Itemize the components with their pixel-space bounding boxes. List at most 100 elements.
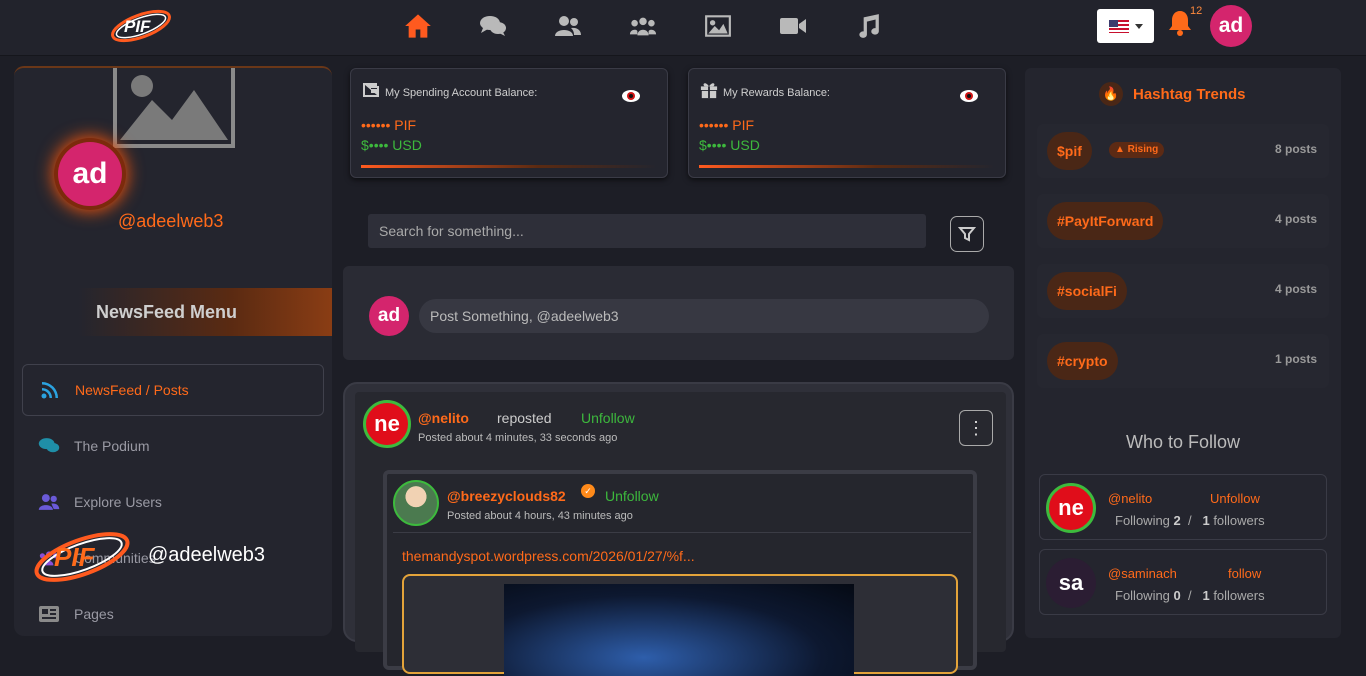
follow-suggestion: ne @nelito Unfollow Following 2 / 1 foll… bbox=[1039, 474, 1327, 540]
follow-button[interactable]: follow bbox=[1228, 566, 1261, 581]
unfollow-button[interactable]: Unfollow bbox=[581, 410, 635, 426]
hashtag[interactable]: #PayItForward bbox=[1047, 202, 1164, 240]
trend-item[interactable]: $pif ▲ Rising 8 posts bbox=[1037, 124, 1329, 178]
trend-item[interactable]: #crypto 1 posts bbox=[1037, 334, 1329, 388]
post-count: 4 posts bbox=[1274, 282, 1317, 296]
music-icon bbox=[858, 14, 879, 38]
balance-pif: •••••• PIF bbox=[699, 117, 755, 133]
suggestion-stats: Following 2 / 1 followers bbox=[1115, 513, 1265, 528]
followers-label: followers bbox=[1213, 513, 1265, 528]
video-icon bbox=[779, 18, 806, 34]
menu-item-podium[interactable]: The Podium bbox=[22, 420, 324, 472]
link-preview-image bbox=[504, 584, 854, 676]
menu-item-explore-users[interactable]: Explore Users bbox=[22, 476, 324, 528]
balance-pif: •••••• PIF bbox=[361, 117, 417, 133]
watermark-handle: @adeelweb3 bbox=[148, 544, 266, 566]
balance-divider bbox=[361, 165, 657, 168]
profile-handle[interactable]: @adeelweb3 bbox=[118, 211, 223, 232]
menu-item-label: Pages bbox=[74, 606, 114, 622]
menu-item-label: The Podium bbox=[74, 438, 150, 454]
following-count: 0 bbox=[1173, 588, 1181, 603]
suggestion-handle[interactable]: @saminach bbox=[1108, 566, 1177, 581]
balance-divider bbox=[699, 165, 995, 168]
suggestion-avatar[interactable]: sa bbox=[1046, 558, 1096, 608]
users-icon bbox=[38, 494, 60, 510]
repost-author-avatar[interactable] bbox=[393, 480, 439, 526]
link-preview[interactable] bbox=[402, 574, 958, 676]
hashtag-trends-title: Hashtag Trends bbox=[1133, 85, 1246, 103]
post-link[interactable]: themandyspot.wordpress.com/2026/01/27/%f… bbox=[402, 548, 695, 564]
watermark-logo-text: PIF bbox=[54, 542, 96, 572]
hashtag[interactable]: #socialFi bbox=[1047, 272, 1127, 310]
post-action: reposted bbox=[497, 410, 552, 426]
following-label: Following bbox=[1115, 588, 1170, 603]
post-count: 8 posts bbox=[1274, 142, 1317, 156]
chat-icon bbox=[479, 16, 506, 36]
post-count: 1 posts bbox=[1274, 352, 1317, 366]
profile-avatar[interactable]: ad bbox=[58, 142, 122, 206]
trend-item[interactable]: #PayItForward 4 posts bbox=[1037, 194, 1329, 248]
menu-item-pages[interactable]: Pages bbox=[22, 588, 324, 636]
spending-balance-card: My Spending Account Balance: •••••• PIF … bbox=[350, 68, 668, 178]
repost-unfollow-button[interactable]: Unfollow bbox=[605, 488, 659, 504]
hashtag-trends-header: 🔥 Hashtag Trends bbox=[1099, 82, 1246, 106]
filter-button[interactable] bbox=[950, 216, 984, 252]
post-author[interactable]: @nelito bbox=[418, 410, 469, 426]
nav-videos[interactable] bbox=[755, 10, 830, 42]
pif-watermark-logo: PIF bbox=[34, 532, 130, 582]
more-vertical-icon: ⋮ bbox=[967, 417, 985, 438]
menu-item-label: Explore Users bbox=[74, 494, 162, 510]
post-input[interactable]: Post Something, @adeelweb3 bbox=[419, 299, 989, 333]
verified-badge-icon: ✓ bbox=[581, 484, 595, 498]
followers-count: 1 bbox=[1202, 513, 1210, 528]
search-input[interactable]: Search for something... bbox=[368, 214, 926, 248]
rss-icon bbox=[41, 382, 58, 399]
chevron-down-icon bbox=[1134, 23, 1143, 29]
post-options-button[interactable]: ⋮ bbox=[959, 410, 993, 446]
user-avatar[interactable]: ad bbox=[1210, 5, 1252, 47]
nav-chat[interactable] bbox=[455, 10, 530, 42]
suggestion-avatar[interactable]: ne bbox=[1046, 483, 1096, 533]
top-navbar: PIF 12 ad bbox=[0, 0, 1366, 56]
composer-avatar: ad bbox=[369, 296, 409, 336]
main-nav bbox=[380, 10, 905, 42]
suggestion-stats: Following 0 / 1 followers bbox=[1115, 588, 1265, 603]
follow-suggestion: sa @saminach follow Following 0 / 1 foll… bbox=[1039, 549, 1327, 615]
eye-icon[interactable] bbox=[621, 89, 641, 103]
menu-item-label: NewsFeed / Posts bbox=[75, 382, 189, 398]
post-author-avatar[interactable]: ne bbox=[363, 400, 411, 448]
right-sidebar: 🔥 Hashtag Trends $pif ▲ Rising 8 posts #… bbox=[1025, 68, 1341, 638]
fire-icon: 🔥 bbox=[1099, 82, 1123, 106]
bell-icon bbox=[1169, 11, 1191, 36]
notifications-button[interactable]: 12 bbox=[1168, 5, 1202, 38]
post-composer: ad Post Something, @adeelweb3 bbox=[343, 266, 1014, 360]
feed-post: ne @nelito reposted Unfollow Posted abou… bbox=[343, 382, 1014, 676]
communities-icon bbox=[629, 17, 656, 36]
following-label: Following bbox=[1115, 513, 1170, 528]
pif-logo[interactable]: PIF bbox=[108, 6, 174, 46]
notification-count: 12 bbox=[1190, 5, 1203, 17]
nav-home[interactable] bbox=[380, 10, 455, 42]
us-flag-icon bbox=[1108, 19, 1129, 33]
users-icon bbox=[554, 16, 581, 36]
eye-icon[interactable] bbox=[959, 89, 979, 103]
followers-count: 1 bbox=[1202, 588, 1210, 603]
menu-item-newsfeed[interactable]: NewsFeed / Posts bbox=[22, 364, 324, 416]
image-icon bbox=[704, 15, 731, 37]
unfollow-button[interactable]: Unfollow bbox=[1210, 491, 1260, 506]
wallet-icon bbox=[363, 83, 379, 97]
nav-music[interactable] bbox=[830, 10, 905, 42]
who-to-follow-title: Who to Follow bbox=[1125, 432, 1241, 452]
nav-users[interactable] bbox=[530, 10, 605, 42]
trend-item[interactable]: #socialFi 4 posts bbox=[1037, 264, 1329, 318]
balance-usd: $•••• USD bbox=[699, 137, 760, 153]
repost-author[interactable]: @breezyclouds82 bbox=[447, 488, 566, 504]
nav-communities[interactable] bbox=[605, 10, 680, 42]
newspaper-icon bbox=[39, 606, 59, 622]
cover-image-placeholder-icon bbox=[113, 68, 235, 148]
hashtag[interactable]: $pif bbox=[1047, 132, 1092, 170]
language-selector[interactable] bbox=[1097, 9, 1154, 43]
nav-images[interactable] bbox=[680, 10, 755, 42]
suggestion-handle[interactable]: @nelito bbox=[1108, 491, 1152, 506]
hashtag[interactable]: #crypto bbox=[1047, 342, 1118, 380]
